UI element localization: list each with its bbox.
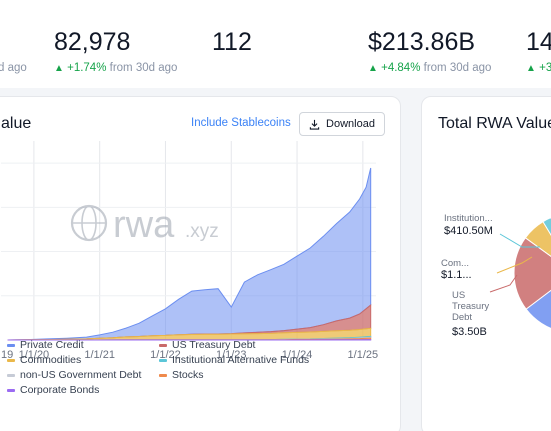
stat-change-4: ▲ +3	[526, 62, 551, 74]
chart-legend: Private Credit US Treasury Debt Commoditie…	[0, 339, 390, 419]
stat-change-pct-stablecoins: +4.84%	[381, 62, 421, 74]
pie-label-commodities: Com...	[441, 258, 469, 269]
legend-item-institutional-alternative-funds[interactable]: Institutional Alternative Funds	[159, 354, 309, 366]
stat-change-period-stablecoins: from 30d ago	[423, 62, 492, 74]
stat-change-pct-4: +3	[539, 62, 551, 74]
legend-item-stocks[interactable]: Stocks	[159, 369, 204, 381]
legend-label: US Treasury Debt	[172, 339, 256, 351]
watermark-word: rwa	[113, 204, 175, 246]
stat-value-issuers: 112	[212, 28, 252, 56]
pie-value-commodities: $1.1...	[441, 269, 472, 281]
stat-change-holders: ▲ +1.74% from 30d ago	[54, 62, 177, 74]
arrow-up-icon: ▲	[54, 63, 64, 74]
area-chart: rwa .xyz19 1/1/20 1/1/21 1/1/22 1/1/23 1/1/24 1…	[1, 141, 378, 361]
legend-swatch	[159, 343, 167, 347]
include-stablecoins-link[interactable]: Include Stablecoins	[191, 117, 291, 129]
legend-swatch	[7, 388, 15, 392]
legend-label: Stocks	[172, 369, 204, 381]
legend-item-us-treasury-debt[interactable]: US Treasury Debt	[159, 339, 255, 351]
stat-change-period-holders: from 30d ago	[109, 62, 178, 74]
area-series-private-credit	[7, 167, 372, 341]
arrow-up-icon: ▲	[526, 63, 536, 74]
legend-swatch	[159, 373, 167, 377]
stats-bar: d ago 82,978 ▲ +1.74% from 30d ago 112 $…	[0, 0, 551, 88]
stat-value-stablecoins: $213.86B	[368, 28, 476, 56]
watermark-suffix: .xyz	[185, 221, 219, 242]
pie-label-institutional: Institution...	[444, 213, 493, 224]
pie-label-us-treasury: US Treasury Debt	[452, 290, 490, 323]
legend-item-private-credit[interactable]: Private Credit	[7, 339, 84, 351]
stat-value-4: 14	[526, 28, 551, 56]
legend-swatch	[7, 358, 15, 362]
legend-item-corporate-bonds[interactable]: Corporate Bonds	[7, 384, 99, 396]
rwa-watermark: rwa .xyz	[70, 204, 219, 246]
legend-label: Private Credit	[20, 339, 84, 351]
chart-card-title: alue	[1, 115, 32, 132]
download-label: Download	[326, 118, 375, 130]
arrow-up-icon: ▲	[368, 63, 378, 74]
stat-change-pct-holders: +1.74%	[67, 62, 107, 74]
legend-item-commodities[interactable]: Commodities	[7, 354, 81, 366]
pie-value-us-treasury: $3.50B	[452, 326, 487, 338]
pie-leader-line	[489, 274, 518, 293]
rwa-value-chart-card: alue Include Stablecoins Download rwa .xy…	[0, 96, 401, 431]
stat-value-holders: 82,978	[54, 28, 131, 56]
legend-swatch	[7, 343, 15, 347]
legend-label: Corporate Bonds	[20, 384, 100, 396]
legend-swatch	[159, 358, 167, 362]
pie-value-institutional: $410.50M	[444, 225, 493, 237]
stat-change-period-0: d ago	[0, 62, 27, 74]
legend-label: Commodities	[20, 354, 82, 366]
total-rwa-value-card: Total RWA Value Institution... $410.50M …	[421, 96, 551, 431]
stat-change-stablecoins: ▲ +4.84% from 30d ago	[368, 62, 491, 74]
download-button[interactable]: Download	[299, 112, 385, 136]
area-layers	[7, 167, 372, 341]
legend-item-non-us-government-debt[interactable]: non-US Government Debt	[7, 369, 141, 381]
download-icon	[309, 119, 320, 130]
legend-label: non-US Government Debt	[20, 369, 142, 381]
legend-swatch	[7, 373, 15, 377]
legend-label: Institutional Alternative Funds	[172, 354, 310, 366]
